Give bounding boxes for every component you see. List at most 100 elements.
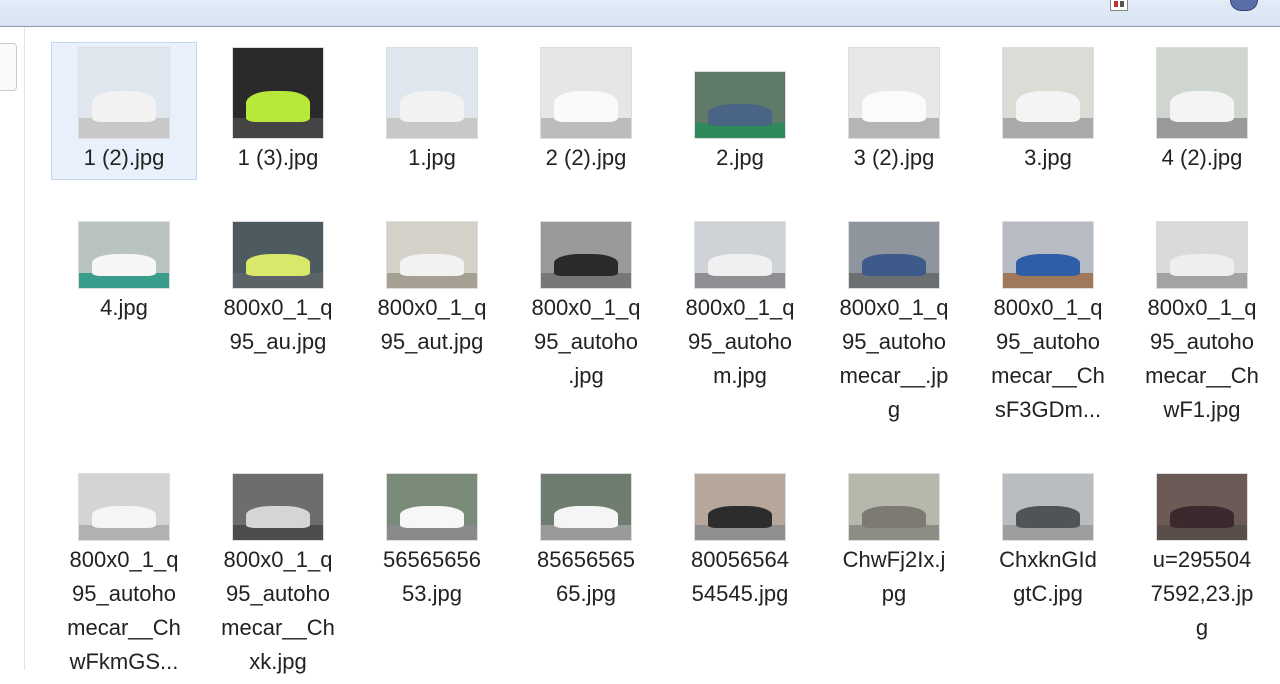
- file-item[interactable]: 4.jpg: [51, 192, 197, 432]
- image-thumbnail: [78, 473, 170, 541]
- file-item[interactable]: 1 (3).jpg: [205, 42, 351, 180]
- file-name-line: 2 (2).jpg: [545, 145, 627, 170]
- thumbnail-box: [514, 193, 658, 289]
- car-icon: [553, 253, 619, 277]
- image-thumbnail: [386, 473, 478, 541]
- image-thumbnail: [1156, 47, 1248, 139]
- image-thumbnail: [232, 473, 324, 541]
- navigation-pane: [0, 27, 25, 670]
- file-name-text: u=2955047592,23.jpg: [1150, 547, 1254, 640]
- file-item[interactable]: 1.jpg: [359, 42, 505, 180]
- image-thumbnail: [1156, 221, 1248, 289]
- thumbnail-box: [822, 193, 966, 289]
- car-icon: [245, 253, 311, 277]
- thumbnail-box: [206, 193, 350, 289]
- image-thumbnail: [848, 221, 940, 289]
- file-name-line: pg: [881, 581, 907, 606]
- car-icon: [553, 505, 619, 529]
- file-name: 800x0_1_q 95_autoho .jpg: [532, 289, 641, 397]
- image-thumbnail: [1002, 221, 1094, 289]
- file-item[interactable]: 800x0_1_q 95_autoho mecar__Ch wFkmGS...: [51, 444, 197, 684]
- file-item[interactable]: 800x0_1_q 95_au.jpg: [205, 192, 351, 432]
- file-item[interactable]: 4 (2).jpg: [1129, 42, 1275, 180]
- file-item[interactable]: 2.jpg: [667, 42, 813, 180]
- thumbnail-box: [976, 445, 1120, 541]
- file-name-line: 95_autoho: [996, 329, 1100, 354]
- thumbnail-box: [514, 43, 658, 139]
- file-item[interactable]: 800x0_1_q 95_autoho mecar__Ch xk.jpg: [205, 444, 351, 684]
- thumbnail-box: [52, 43, 196, 139]
- car-icon: [91, 505, 157, 529]
- file-name: 8005656454545.jpg: [688, 541, 792, 615]
- file-item[interactable]: 800x0_1_q 95_autoho .jpg: [513, 192, 659, 432]
- file-name-line: mecar__Ch: [991, 363, 1105, 388]
- file-name: 2 (2).jpg: [546, 139, 627, 179]
- car-icon: [399, 253, 465, 277]
- file-item[interactable]: ChwFj2Ix.j pg: [821, 444, 967, 684]
- file-name: 1 (3).jpg: [238, 139, 319, 179]
- file-name-line: 800x0_1_q: [993, 295, 1103, 320]
- file-name-line: 800x0_1_q: [223, 295, 333, 320]
- file-name: 800x0_1_q 95_autoho mecar__Ch xk.jpg: [221, 541, 335, 683]
- file-name-line: ChxknGId: [999, 547, 1097, 572]
- file-item[interactable]: 800x0_1_q 95_aut.jpg: [359, 192, 505, 432]
- file-name: 5656565653.jpg: [380, 541, 484, 615]
- thumbnail-box: [1130, 445, 1274, 541]
- file-item[interactable]: 3 (2).jpg: [821, 42, 967, 180]
- toolbar: [0, 0, 1280, 27]
- file-name-line: 95_autoho: [72, 581, 176, 606]
- file-name-line: 4 (2).jpg: [1161, 145, 1243, 170]
- thumbnail-box: [668, 43, 812, 139]
- file-name-line: 4.jpg: [100, 295, 148, 320]
- file-item[interactable]: ChxknGId gtC.jpg: [975, 444, 1121, 684]
- thumbnail-box: [360, 43, 504, 139]
- car-icon: [861, 253, 927, 277]
- thumbnail-box: [668, 193, 812, 289]
- thumbnail-box: [1130, 43, 1274, 139]
- car-icon: [91, 91, 157, 122]
- car-icon: [1169, 253, 1235, 277]
- file-name-line: 95_au.jpg: [229, 329, 327, 354]
- file-item[interactable]: 800x0_1_q 95_autoho m.jpg: [667, 192, 813, 432]
- file-name-line: 95_autoho: [687, 329, 792, 354]
- file-item[interactable]: 800x0_1_q 95_autoho mecar__Ch sF3GDm...: [975, 192, 1121, 432]
- file-name-line: ChwFj2Ix.j: [842, 547, 946, 572]
- file-name-text: 5656565653.jpg: [383, 547, 481, 606]
- file-item[interactable]: 2 (2).jpg: [513, 42, 659, 180]
- thumbnail-box: [822, 445, 966, 541]
- file-item[interactable]: 1 (2).jpg: [51, 42, 197, 180]
- file-name: 800x0_1_q 95_autoho mecar__Ch wFkmGS...: [67, 541, 181, 683]
- file-name-line: 95_aut.jpg: [380, 329, 484, 354]
- file-name: ChxknGId gtC.jpg: [999, 541, 1097, 615]
- file-item[interactable]: 3.jpg: [975, 42, 1121, 180]
- file-name: 4 (2).jpg: [1162, 139, 1243, 179]
- file-name: 1.jpg: [408, 139, 456, 179]
- change-view-icon[interactable]: [1110, 0, 1128, 11]
- file-item[interactable]: 800x0_1_q 95_autoho mecar__.jp g: [821, 192, 967, 432]
- car-icon: [707, 505, 773, 529]
- navigation-pane-handle[interactable]: [0, 43, 17, 91]
- file-name: u=2955047592,23.jpg: [1150, 541, 1254, 649]
- file-name-line: 95_autoho: [226, 581, 330, 606]
- file-name-line: m.jpg: [713, 363, 767, 388]
- file-name-line: 3 (2).jpg: [853, 145, 935, 170]
- image-thumbnail: [1002, 473, 1094, 541]
- file-name-line: xk.jpg: [249, 649, 307, 674]
- file-name-line: 95_autoho: [841, 329, 946, 354]
- file-item[interactable]: 5656565653.jpg: [359, 444, 505, 684]
- car-icon: [1169, 91, 1235, 122]
- file-name: 1 (2).jpg: [84, 139, 165, 179]
- image-thumbnail: [694, 71, 786, 139]
- file-item[interactable]: 8565656565.jpg: [513, 444, 659, 684]
- file-name-text: 8565656565.jpg: [537, 547, 635, 606]
- file-item[interactable]: 8005656454545.jpg: [667, 444, 813, 684]
- image-thumbnail: [78, 221, 170, 289]
- thumbnail-box: [360, 445, 504, 541]
- file-item[interactable]: 800x0_1_q 95_autoho mecar__Ch wF1.jpg: [1129, 192, 1275, 432]
- file-item[interactable]: u=2955047592,23.jpg: [1129, 444, 1275, 684]
- help-icon[interactable]: [1230, 0, 1258, 11]
- car-icon: [399, 505, 465, 529]
- file-name-line: 800x0_1_q: [1147, 295, 1257, 320]
- thumbnail-box: [206, 445, 350, 541]
- car-icon: [399, 91, 465, 122]
